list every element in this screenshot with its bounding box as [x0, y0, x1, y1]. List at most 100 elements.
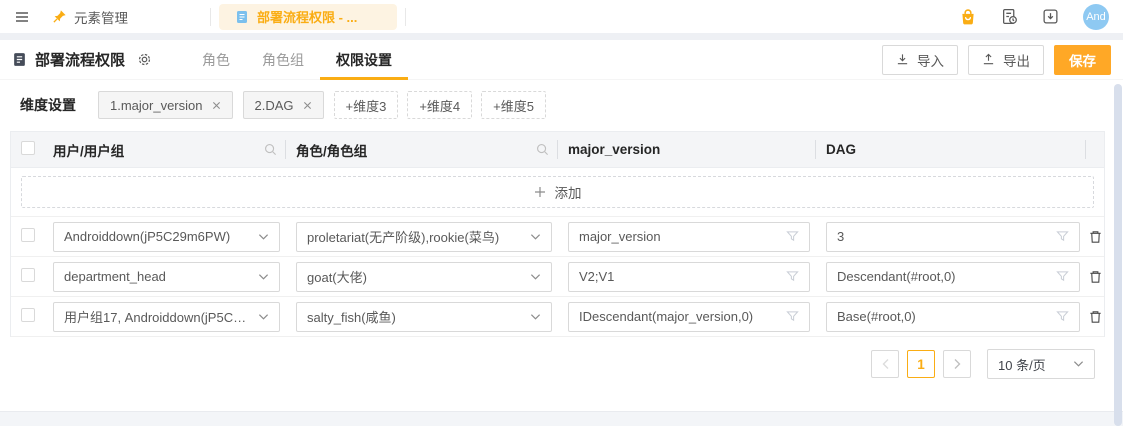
row-checkbox[interactable]: [21, 268, 35, 282]
download-box-icon[interactable]: [1042, 8, 1059, 25]
chevron-down-icon: [530, 273, 541, 281]
user-select[interactable]: department_head: [53, 262, 280, 292]
import-button[interactable]: 导入: [882, 45, 958, 75]
task-log-icon[interactable]: [1001, 8, 1018, 25]
export-icon: [982, 53, 995, 66]
dag-cell: Base(#root,0): [816, 302, 1086, 332]
page-title: 部署流程权限: [35, 49, 125, 70]
dimension-tag-label: 1.major_version: [110, 98, 203, 113]
search-icon[interactable]: [264, 143, 277, 156]
pinned-workspace-item[interactable]: 元素管理: [52, 7, 202, 27]
chevron-down-icon: [1073, 360, 1084, 368]
column-header-label: 用户/用户组: [53, 140, 124, 160]
row-action-cell: [1086, 309, 1104, 325]
tab-role[interactable]: 角色: [186, 40, 246, 80]
chevron-down-icon: [258, 273, 269, 281]
view-tabs: 角色 角色组 权限设置: [186, 40, 408, 80]
user-cell: Androiddown(jP5C29m6PW): [43, 222, 286, 252]
dag-cell: Descendant(#root,0): [816, 262, 1086, 292]
column-header-major-version: major_version: [558, 132, 816, 167]
dimension-settings-row: 维度设置 1.major_version 2.DAG +维度3 +维度4 +维度…: [0, 80, 1123, 129]
add-dimension-3-button[interactable]: +维度3: [334, 91, 399, 119]
permissions-table: 用户/用户组 角色/角色组 major_version DAG: [10, 131, 1105, 337]
save-button[interactable]: 保存: [1054, 45, 1111, 75]
major-version-input[interactable]: major_version: [568, 222, 810, 252]
pagination: 1 10 条/页: [0, 337, 1123, 391]
role-select-value: proletariat(无产阶级),rookie(菜鸟): [307, 227, 499, 246]
role-select[interactable]: goat(大佬): [296, 262, 552, 292]
dag-value: Descendant(#root,0): [837, 269, 956, 284]
user-avatar[interactable]: And: [1083, 4, 1109, 30]
header-checkbox-cell: [11, 141, 43, 158]
delete-row-icon[interactable]: [1088, 269, 1103, 285]
filter-funnel-icon[interactable]: [1056, 270, 1069, 283]
pin-icon: [52, 9, 67, 24]
add-dimension-5-button[interactable]: +维度5: [481, 91, 546, 119]
add-row-label: 添加: [555, 182, 582, 202]
top-window-bar: 元素管理 部署流程权限 - ... And: [0, 0, 1123, 33]
delete-row-icon[interactable]: [1088, 229, 1103, 245]
role-select[interactable]: salty_fish(咸鱼): [296, 302, 552, 332]
major-version-cell: major_version: [558, 222, 816, 252]
dag-input[interactable]: 3: [826, 222, 1080, 252]
role-select-value: salty_fish(咸鱼): [307, 307, 396, 326]
delete-row-icon[interactable]: [1088, 309, 1103, 325]
export-button[interactable]: 导出: [968, 45, 1044, 75]
dimension-tag-2[interactable]: 2.DAG: [243, 91, 324, 119]
role-select[interactable]: proletariat(无产阶级),rookie(菜鸟): [296, 222, 552, 252]
major-version-cell: V2;V1: [558, 262, 816, 292]
prev-page-button[interactable]: [871, 350, 899, 378]
vertical-scrollbar[interactable]: [1114, 84, 1122, 426]
hamburger-menu-icon[interactable]: [14, 9, 30, 25]
role-cell: proletariat(无产阶级),rookie(菜鸟): [286, 222, 558, 252]
dag-input[interactable]: Base(#root,0): [826, 302, 1080, 332]
column-header-label: major_version: [568, 142, 660, 157]
table-row: 用户组17, Androiddown(jP5C29m6PW) salty_fis…: [11, 297, 1104, 337]
search-icon[interactable]: [536, 143, 549, 156]
active-window-tab-label: 部署流程权限 - ...: [257, 7, 357, 26]
page-number-button[interactable]: 1: [907, 350, 935, 378]
close-icon[interactable]: [303, 101, 312, 110]
plus-icon: [534, 186, 546, 198]
user-select[interactable]: 用户组17, Androiddown(jP5C29m6PW): [53, 302, 280, 332]
row-checkbox[interactable]: [21, 308, 35, 322]
major-version-input[interactable]: IDescendant(major_version,0): [568, 302, 810, 332]
page-size-select[interactable]: 10 条/页: [987, 349, 1095, 379]
table-row: Androiddown(jP5C29m6PW) proletariat(无产阶级…: [11, 217, 1104, 257]
tab-divider: [210, 8, 211, 26]
major-version-input[interactable]: V2;V1: [568, 262, 810, 292]
close-icon[interactable]: [212, 101, 221, 110]
active-window-tab[interactable]: 部署流程权限 - ...: [219, 4, 397, 30]
gear-icon[interactable]: [137, 52, 152, 67]
document-icon: [235, 10, 249, 24]
page-title-group: 部署流程权限: [12, 49, 125, 70]
dag-value: 3: [837, 229, 844, 244]
filter-funnel-icon[interactable]: [1056, 230, 1069, 243]
select-all-checkbox[interactable]: [21, 141, 35, 155]
toolbar-actions: 导入 导出 保存: [882, 45, 1111, 75]
table-row: department_head goat(大佬) V2;V1 Descendan…: [11, 257, 1104, 297]
dag-value: Base(#root,0): [837, 309, 916, 324]
next-page-button[interactable]: [943, 350, 971, 378]
column-header-label: DAG: [826, 142, 856, 157]
filter-funnel-icon[interactable]: [786, 230, 799, 243]
filter-funnel-icon[interactable]: [786, 270, 799, 283]
bottom-strip: [0, 411, 1123, 426]
dimension-tag-1[interactable]: 1.major_version: [98, 91, 233, 119]
add-row-button[interactable]: 添加: [21, 176, 1094, 208]
filter-funnel-icon[interactable]: [1056, 310, 1069, 323]
add-row-wrapper: 添加: [11, 168, 1104, 217]
user-select[interactable]: Androiddown(jP5C29m6PW): [53, 222, 280, 252]
add-dimension-4-button[interactable]: +维度4: [407, 91, 472, 119]
tab-role-group[interactable]: 角色组: [246, 40, 320, 80]
column-header-role: 角色/角色组: [286, 132, 558, 167]
dag-input[interactable]: Descendant(#root,0): [826, 262, 1080, 292]
user-cell: department_head: [43, 262, 286, 292]
bag-icon[interactable]: [959, 8, 977, 26]
topbar-separator: [0, 33, 1123, 40]
row-action-cell: [1086, 229, 1104, 245]
filter-funnel-icon[interactable]: [786, 310, 799, 323]
user-select-value: 用户组17, Androiddown(jP5C29m6PW): [64, 307, 252, 326]
tab-permission-settings[interactable]: 权限设置: [320, 40, 408, 80]
row-checkbox[interactable]: [21, 228, 35, 242]
